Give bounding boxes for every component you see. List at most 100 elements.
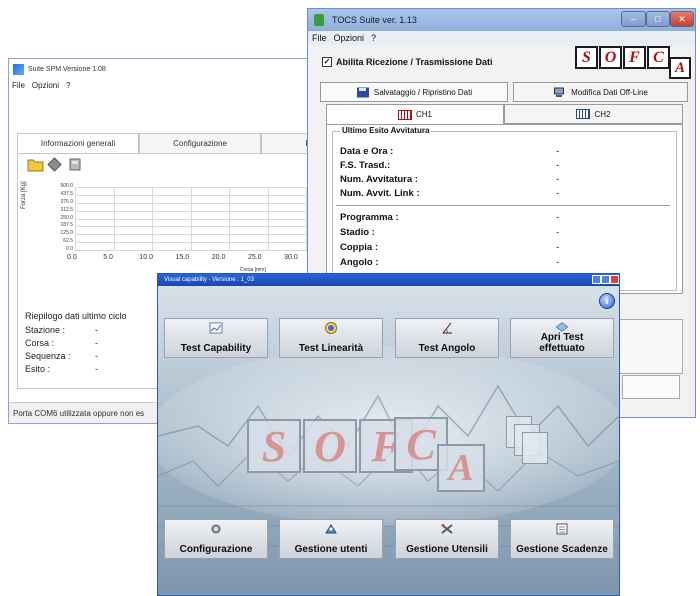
- status-text: Porta COM6 utilizzata oppure non es: [13, 408, 145, 418]
- tab-informazioni-generali[interactable]: Informazioni generali: [17, 133, 139, 153]
- menu-help[interactable]: ?: [66, 81, 70, 90]
- logo-letter-f: F: [623, 46, 646, 69]
- maximize-button[interactable]: [601, 275, 610, 284]
- menu-file[interactable]: File: [12, 81, 25, 90]
- menu-opzioni[interactable]: Opzioni: [334, 33, 365, 43]
- vc-title: Visual capability - Versione : 1_03: [164, 277, 254, 283]
- configurazione-label: Configurazione: [179, 544, 253, 555]
- field-value: -: [556, 188, 560, 199]
- test-angolo-button[interactable]: Test Angolo: [395, 318, 499, 358]
- y-tick-label: 187.5: [60, 222, 73, 229]
- summary-label: Sequenza :: [25, 351, 71, 361]
- spm-menu-bar: File Opzioni ?: [9, 79, 307, 91]
- gestione-utensili-button[interactable]: Gestione Utensili: [395, 519, 499, 559]
- tab-salvataggio[interactable]: Salvataggio / Ripristino Dati: [320, 82, 508, 102]
- menu-help[interactable]: ?: [371, 33, 376, 43]
- close-button[interactable]: ✕: [670, 11, 694, 27]
- summary-label: Stazione :: [25, 325, 66, 335]
- minimize-button[interactable]: [592, 275, 601, 284]
- open-folder-icon[interactable]: [27, 157, 44, 172]
- enable-rxtx-checkbox[interactable]: ✓ Abilita Ricezione / Trasmissione Dati: [322, 57, 493, 67]
- force-chart: [75, 187, 307, 251]
- x-tick-label: 0.0: [67, 254, 77, 261]
- action-button[interactable]: [622, 375, 680, 399]
- field-value: -: [556, 227, 560, 238]
- field-label: Angolo :: [340, 257, 379, 268]
- vc-logo-letter-a: A: [437, 444, 485, 492]
- y-tick-label: 0.0: [66, 246, 73, 252]
- divider: [336, 205, 670, 206]
- field-label: Num. Avvit. Link :: [340, 188, 420, 199]
- field-value: -: [556, 174, 560, 185]
- test-angolo-label: Test Angolo: [418, 343, 476, 354]
- target-icon: [325, 322, 337, 334]
- menu-opzioni[interactable]: Opzioni: [32, 81, 59, 90]
- x-tick-label: 5.0: [103, 254, 113, 261]
- angle-icon: [442, 322, 452, 334]
- summary-label: Esito :: [25, 364, 51, 374]
- x-tick-label: 15.0: [175, 254, 190, 261]
- summary-value: -: [95, 351, 98, 361]
- gestione-scadenze-button[interactable]: Gestione Scadenze: [510, 519, 614, 559]
- tab-modifica-offline[interactable]: Modifica Dati Off-Line: [513, 82, 688, 102]
- close-button[interactable]: [610, 275, 619, 284]
- y-tick-label: 437.5: [60, 190, 73, 197]
- field-label: Coppia :: [340, 242, 378, 253]
- apri-test-button[interactable]: Apri Test effettuato: [510, 318, 614, 358]
- gear-icon: [211, 524, 221, 534]
- chart-icon: [209, 322, 223, 334]
- floppy-disk-icon: [356, 87, 369, 97]
- computer-edit-icon: [554, 87, 565, 97]
- gestione-utenti-button[interactable]: Gestione utenti: [279, 519, 383, 559]
- summary-title: Riepilogo dati ultimo ciclo: [25, 311, 127, 321]
- tab-configurazione[interactable]: Configurazione: [139, 133, 261, 153]
- x-tick-label: 25.0: [247, 254, 262, 261]
- tab-salvataggio-label: Salvataggio / Ripristino Dati: [373, 87, 473, 97]
- tocs-title: TOCS Suite ver. 1.13: [332, 15, 417, 25]
- x-tick-label: 10.0: [139, 254, 153, 261]
- test-capability-label: Test Capability: [180, 343, 252, 354]
- configurazione-button[interactable]: Configurazione: [164, 519, 268, 559]
- grid-icon: [397, 109, 412, 120]
- test-linearita-label: Test Linearità: [298, 343, 364, 354]
- field-value: -: [556, 212, 560, 223]
- grid-icon: [576, 109, 591, 119]
- field-value: -: [556, 242, 560, 253]
- app-icon: [314, 14, 324, 26]
- logo-letter-a: A: [669, 57, 691, 79]
- minimize-button[interactable]: –: [621, 11, 646, 27]
- x-tick-label: 30.0: [284, 254, 298, 261]
- gestione-scadenze-label: Gestione Scadenze: [516, 544, 608, 555]
- y-tick-label: 375.0: [60, 198, 73, 205]
- tab-ch1[interactable]: CH1: [326, 104, 504, 124]
- vc-title-bar: Visual capability - Versione : 1_03: [158, 274, 619, 286]
- document-stack-icon: [522, 432, 548, 464]
- save-diamond-icon[interactable]: [46, 157, 63, 172]
- print-icon[interactable]: [67, 157, 84, 172]
- y-tick-label: 250.0: [60, 214, 73, 221]
- spm-title: Suite SPM Versione 1.08: [28, 65, 106, 73]
- summary-label: Corsa :: [25, 338, 55, 348]
- summary-value: -: [95, 364, 98, 374]
- tab-ch2[interactable]: CH2: [504, 104, 683, 124]
- maximize-button[interactable]: □: [646, 11, 670, 27]
- test-capability-button[interactable]: Test Capability: [164, 318, 268, 358]
- field-value: -: [556, 160, 560, 171]
- field-value: -: [556, 146, 560, 157]
- test-linearita-button[interactable]: Test Linearità: [279, 318, 383, 358]
- tocs-menu-bar: File Opzioni ?: [308, 31, 695, 45]
- app-icon: [13, 63, 24, 75]
- calendar-icon: [556, 523, 568, 535]
- field-label: F.S. Trasd.:: [340, 160, 391, 171]
- checkbox-label: Abilita Ricezione / Trasmissione Dati: [336, 57, 493, 67]
- spm-tabs: Informazioni generali Configurazione Par…: [17, 133, 307, 153]
- field-label: Stadio :: [340, 227, 375, 238]
- summary-value: -: [95, 338, 98, 348]
- x-tick-label: 20.0: [211, 254, 226, 261]
- vc-logo-letter-s: S: [247, 419, 301, 473]
- menu-file[interactable]: File: [312, 33, 327, 43]
- users-icon: [325, 524, 337, 534]
- apri-test-label: Apri Test effettuato: [539, 332, 585, 354]
- tab-parametri[interactable]: Parametr: [261, 133, 307, 153]
- info-icon[interactable]: i: [599, 293, 615, 309]
